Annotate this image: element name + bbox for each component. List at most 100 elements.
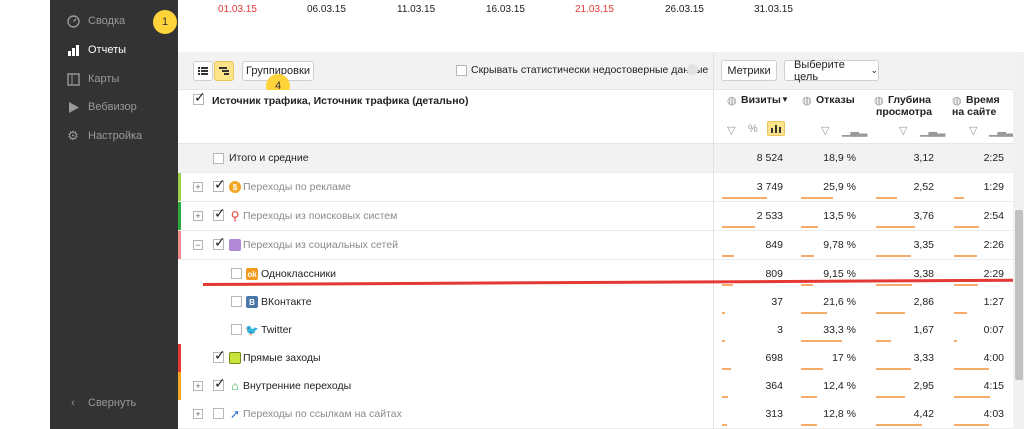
value-bar — [801, 255, 814, 257]
table-row[interactable]: Итого и средние 8 524 18,9 % 3,12 2:25 — [178, 144, 1023, 173]
value-bar — [876, 197, 897, 199]
value-bar — [876, 368, 911, 370]
column-header-visits[interactable]: Визиты — [741, 94, 781, 106]
value-bar — [722, 396, 728, 398]
row-checkbox[interactable] — [213, 205, 226, 222]
time-value: 4:15 — [983, 380, 1004, 392]
row-color-marker — [178, 202, 181, 230]
visits-value: 849 — [765, 239, 783, 251]
column-header-bounce[interactable]: Отказы — [816, 94, 855, 106]
dimension-header: Источник трафика, Источник трафика (дета… — [212, 95, 469, 107]
column-header-depth[interactable]: Глубина — [888, 94, 931, 106]
sidebar-item-summary[interactable]: Сводка — [66, 11, 125, 31]
row-color-marker — [178, 344, 181, 372]
filter-icon[interactable]: ▽ — [727, 124, 735, 137]
depth-value: 1,67 — [913, 324, 934, 336]
sidebar-collapse-button[interactable]: ‹ Свернуть — [66, 393, 136, 413]
direct-visit-icon — [229, 352, 241, 364]
time-value: 0:07 — [983, 324, 1004, 336]
value-bar — [876, 284, 912, 286]
column-header-depth-2: просмотра — [876, 106, 933, 118]
hide-unreliable-label: Скрывать статистически недостоверные дан… — [471, 64, 709, 76]
row-checkbox[interactable] — [213, 176, 226, 193]
sidebar-item-reports[interactable]: Отчеты — [66, 40, 126, 60]
bounce-value: 17 % — [832, 352, 856, 364]
collapse-icon[interactable]: − — [193, 240, 203, 250]
value-bar — [801, 197, 833, 199]
expand-icon[interactable]: + — [193, 211, 203, 221]
value-bar — [954, 396, 990, 398]
help-icon[interactable] — [687, 64, 698, 75]
bounce-value: 9,78 % — [823, 239, 856, 251]
sort-desc-icon[interactable]: ▼ — [781, 94, 789, 106]
value-bar — [801, 226, 818, 228]
bar-chart-icon[interactable]: ▁▃▂ — [920, 124, 945, 137]
sidebar-item-webvisor[interactable]: Вебвизор — [66, 97, 137, 117]
value-bar — [722, 340, 725, 342]
row-label: ВКонтакте — [261, 296, 312, 308]
filter-icon[interactable]: ▽ — [821, 124, 829, 137]
hide-unreliable-checkbox[interactable] — [456, 65, 467, 76]
sidebar-item-label: Настройка — [88, 130, 143, 142]
visits-value: 809 — [765, 268, 783, 280]
value-bar — [801, 396, 817, 398]
expand-icon[interactable]: + — [193, 381, 203, 391]
visits-value: 313 — [765, 408, 783, 420]
sidebar-item-label: Отчеты — [88, 44, 127, 56]
visits-value: 3 749 — [756, 181, 783, 193]
value-bar — [954, 255, 977, 257]
visits-value: 3 — [777, 324, 783, 336]
table-row[interactable]: 🐦 Twitter 3 33,3 % 1,67 0:07 — [178, 316, 1023, 345]
row-checkbox[interactable] — [213, 408, 224, 419]
value-bar — [954, 340, 957, 342]
row-checkbox[interactable] — [231, 324, 242, 335]
row-checkbox[interactable] — [231, 268, 242, 279]
value-bar — [954, 368, 989, 370]
value-bar — [722, 197, 767, 199]
row-label: Итого и средние — [229, 152, 309, 164]
goal-select-label: Выберите цель — [794, 58, 845, 83]
row-checkbox[interactable] — [213, 347, 226, 364]
bar-toggle-active[interactable] — [767, 121, 785, 136]
row-label: Переходы по ссылкам на сайтах — [243, 408, 402, 420]
row-label: Переходы из социальных сетей — [243, 239, 398, 251]
collapse-label: Свернуть — [88, 397, 137, 409]
sidebar-item-settings[interactable]: ⚙ Настройка — [66, 126, 142, 146]
percent-toggle[interactable]: % — [748, 123, 758, 135]
value-bar — [876, 396, 905, 398]
odnoklassniki-icon: ok — [246, 268, 258, 280]
bar-chart-icon[interactable]: ▁▃▂ — [989, 124, 1014, 137]
bar-chart-icon[interactable]: ▁▃▂ — [842, 124, 867, 137]
scrollbar-thumb[interactable] — [1015, 210, 1023, 380]
depth-value: 4,42 — [913, 408, 934, 420]
tree-view-button[interactable] — [214, 61, 234, 81]
twitter-icon: 🐦 — [245, 324, 259, 337]
goal-select[interactable]: Выберите цель ⌄ — [784, 58, 879, 83]
bar-chart-icon — [66, 43, 80, 57]
row-checkbox[interactable] — [213, 153, 224, 164]
row-checkbox[interactable] — [231, 296, 242, 307]
value-bar — [954, 226, 979, 228]
list-view-button[interactable] — [193, 61, 213, 81]
sidebar: Сводка Отчеты Карты Вебвизор ⚙ Настройка… — [50, 0, 178, 429]
search-icon: ⚲ — [230, 209, 240, 223]
filter-icon[interactable]: ▽ — [899, 124, 907, 137]
value-bar — [722, 368, 731, 370]
metrics-button[interactable]: Метрики — [721, 60, 777, 81]
row-label: Twitter — [261, 324, 292, 336]
step-badge: 1 — [153, 10, 177, 34]
bounce-value: 18,9 % — [823, 152, 856, 164]
filter-icon[interactable]: ▽ — [969, 124, 977, 137]
sidebar-item-maps[interactable]: Карты — [66, 69, 119, 89]
expand-icon[interactable]: + — [193, 409, 203, 419]
row-checkbox[interactable] — [213, 375, 226, 392]
row-color-marker — [178, 173, 181, 201]
time-value: 2:26 — [983, 239, 1004, 251]
time-value: 2:25 — [983, 152, 1004, 164]
expand-icon[interactable]: + — [193, 182, 203, 192]
row-checkbox[interactable] — [213, 234, 226, 251]
home-icon: ⌂ — [231, 379, 239, 393]
tree-icon — [219, 67, 229, 75]
dimension-checkbox[interactable] — [193, 89, 206, 106]
column-header-time[interactable]: Время — [966, 94, 1000, 106]
